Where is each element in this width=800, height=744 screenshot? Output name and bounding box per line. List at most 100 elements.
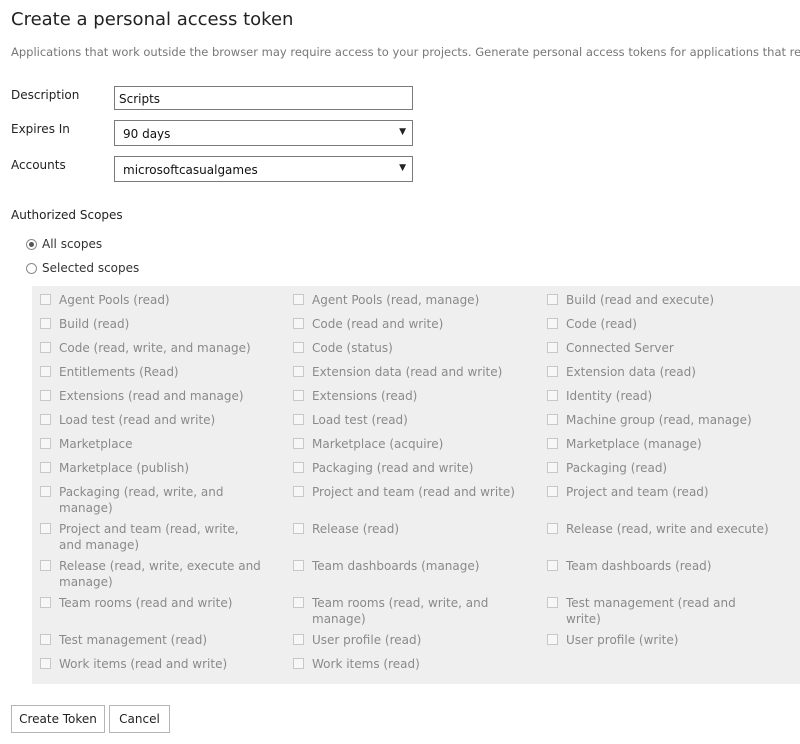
scope-label: Agent Pools (read, manage) xyxy=(312,293,480,307)
checkbox-icon xyxy=(547,523,558,534)
scope-label: Project and team (read, write, and manag… xyxy=(59,522,239,552)
checkbox-icon xyxy=(40,462,51,473)
checkbox-icon xyxy=(40,294,51,305)
scope-checkbox-item: Marketplace (acquire) xyxy=(293,436,517,452)
scope-label: Code (read, write, and manage) xyxy=(59,341,251,355)
scope-label: Marketplace (publish) xyxy=(59,461,190,475)
scope-label: Team rooms (read, write, and manage) xyxy=(312,596,489,626)
scope-label: Extensions (read) xyxy=(312,389,418,403)
radio-all-scopes[interactable]: All scopes xyxy=(26,237,102,251)
checkbox-icon xyxy=(293,560,304,571)
scope-checkbox-item: Code (read) xyxy=(547,316,771,332)
scope-label: Work items (read and write) xyxy=(59,657,228,671)
radio-unchecked-icon[interactable] xyxy=(26,262,37,274)
scope-checkbox-item: Marketplace (manage) xyxy=(547,436,771,452)
checkbox-icon xyxy=(293,294,304,305)
scope-checkbox-item: Work items (read and write) xyxy=(40,656,264,672)
radio-selected-scopes[interactable]: Selected scopes xyxy=(26,261,139,275)
checkbox-icon xyxy=(547,342,558,353)
scope-checkbox-item: Machine group (read, manage) xyxy=(547,412,771,428)
scope-checkbox-item: Packaging (read and write) xyxy=(293,460,517,476)
checkbox-icon xyxy=(293,523,304,534)
cancel-button[interactable]: Cancel xyxy=(109,705,170,733)
scope-label: Build (read and execute) xyxy=(566,293,715,307)
scope-checkbox-item: User profile (write) xyxy=(547,632,771,648)
scope-checkbox-item: Identity (read) xyxy=(547,388,771,404)
scope-checkbox-item: Extension data (read and write) xyxy=(293,364,517,380)
scope-label: Packaging (read and write) xyxy=(312,461,474,475)
chevron-down-icon: ▼ xyxy=(399,163,406,173)
scope-checkbox-item: Marketplace (publish) xyxy=(40,460,264,476)
radio-selected-scopes-label: Selected scopes xyxy=(42,261,140,275)
checkbox-icon xyxy=(547,634,558,645)
scope-label: Release (read, write and execute) xyxy=(566,522,769,536)
scope-label: Code (read and write) xyxy=(312,317,444,331)
scope-label: Identity (read) xyxy=(566,389,653,403)
scope-checkbox-item: Project and team (read) xyxy=(547,484,771,500)
checkbox-icon xyxy=(40,658,51,669)
scope-label: Build (read) xyxy=(59,317,130,331)
checkbox-icon xyxy=(547,390,558,401)
checkbox-icon xyxy=(40,390,51,401)
scope-checkbox-item: Code (status) xyxy=(293,340,517,356)
scope-label: Machine group (read, manage) xyxy=(566,413,752,427)
scope-label: Release (read) xyxy=(312,522,400,536)
scope-label: Code (read) xyxy=(566,317,637,331)
expires-select[interactable]: 90 days ▼ xyxy=(114,120,413,146)
checkbox-icon xyxy=(293,318,304,329)
scope-checkbox-item: Connected Server xyxy=(547,340,771,356)
checkbox-icon xyxy=(293,438,304,449)
checkbox-icon xyxy=(547,318,558,329)
checkbox-icon xyxy=(293,366,304,377)
scope-label: User profile (read) xyxy=(312,633,422,647)
checkbox-icon xyxy=(293,658,304,669)
scope-label: Connected Server xyxy=(566,341,674,355)
scope-label: Test management (read) xyxy=(59,633,208,647)
checkbox-icon xyxy=(547,560,558,571)
scope-label: Team dashboards (read) xyxy=(566,559,712,573)
scope-label: Agent Pools (read) xyxy=(59,293,170,307)
description-label: Description xyxy=(11,88,80,102)
checkbox-icon xyxy=(293,414,304,425)
scope-checkbox-item: Release (read, write, execute and manage… xyxy=(40,558,264,590)
scope-checkbox-item: Build (read and execute) xyxy=(547,292,771,308)
scope-checkbox-item: Test management (read) xyxy=(40,632,264,648)
scope-label: Team dashboards (manage) xyxy=(312,559,480,573)
scope-checkbox-item: Team rooms (read and write) xyxy=(40,595,264,611)
checkbox-icon xyxy=(40,523,51,534)
checkbox-icon xyxy=(40,414,51,425)
checkbox-icon xyxy=(40,366,51,377)
checkbox-icon xyxy=(293,597,304,608)
scope-checkbox-item: Extensions (read) xyxy=(293,388,517,404)
scope-checkbox-item: Code (read, write, and manage) xyxy=(40,340,264,356)
scope-label: Work items (read) xyxy=(312,657,420,671)
checkbox-icon xyxy=(547,597,558,608)
checkbox-icon xyxy=(40,560,51,571)
expires-select-value: 90 days xyxy=(123,127,171,141)
page-title: Create a personal access token xyxy=(11,9,294,30)
radio-checked-icon[interactable] xyxy=(26,238,37,250)
scope-label: Load test (read) xyxy=(312,413,408,427)
scope-checkbox-item: Release (read, write and execute) xyxy=(547,521,771,537)
checkbox-icon xyxy=(293,342,304,353)
radio-all-scopes-label: All scopes xyxy=(42,237,103,251)
scope-label: Marketplace (acquire) xyxy=(312,437,444,451)
scope-label: Code (status) xyxy=(312,341,393,355)
scope-checkbox-item: Test management (read and write) xyxy=(547,595,771,627)
scope-checkbox-item: Work items (read) xyxy=(293,656,517,672)
scope-label: Packaging (read) xyxy=(566,461,668,475)
scope-checkbox-item: Agent Pools (read) xyxy=(40,292,264,308)
accounts-select[interactable]: microsoftcasualgames ▼ xyxy=(114,156,413,182)
scope-checkbox-item: Build (read) xyxy=(40,316,264,332)
scope-label: Release (read, write, execute and manage… xyxy=(59,559,261,589)
scope-checkbox-item: User profile (read) xyxy=(293,632,517,648)
accounts-select-value: microsoftcasualgames xyxy=(123,163,258,177)
checkbox-icon xyxy=(40,486,51,497)
scope-label: Marketplace xyxy=(59,437,133,451)
create-token-button[interactable]: Create Token xyxy=(11,705,105,733)
checkbox-icon xyxy=(547,366,558,377)
scope-label: Project and team (read) xyxy=(566,485,709,499)
description-input[interactable]: Scripts xyxy=(114,86,413,110)
checkbox-icon xyxy=(40,597,51,608)
scope-checkbox-item: Packaging (read, write, and manage) xyxy=(40,484,264,516)
